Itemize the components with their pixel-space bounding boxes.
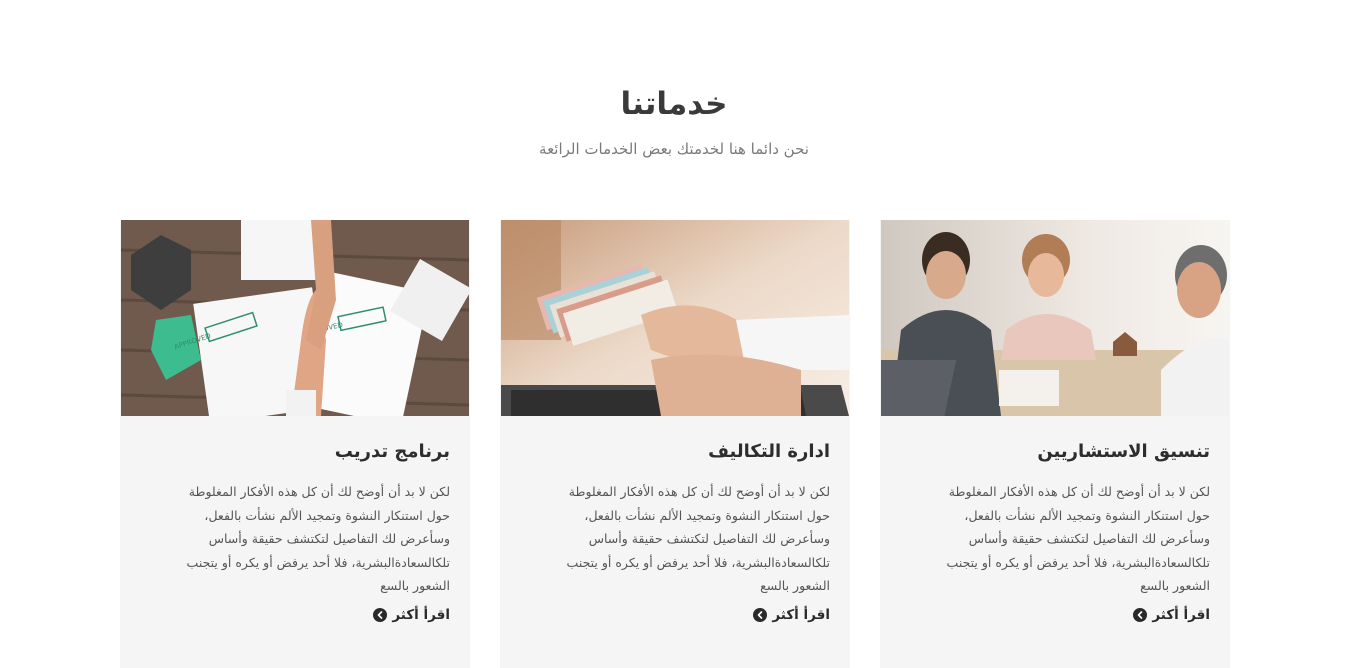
card-text-line: تلكالسعادةالبشرية، فلا أحد يرفض أو يكره … <box>186 554 450 570</box>
card-text-line: حول استنكار النشوة وتمجيد الألم نشأت بال… <box>964 507 1210 523</box>
card-text-line: تلكالسعادةالبشرية، فلا أحد يرفض أو يكره … <box>566 554 830 570</box>
services-cards: تنسيق الاستشاريين لكن لا بد أن أوضح لك أ… <box>120 220 1230 668</box>
read-more-label: اقرأ أكثر <box>1152 606 1210 623</box>
read-more-link[interactable]: اقرأ أكثر <box>1133 607 1210 623</box>
card-description: لكن لا بد أن أوضح لك أن كل هذه الأفكار ا… <box>140 480 450 598</box>
card-text-line: لكن لا بد أن أوضح لك أن كل هذه الأفكار ا… <box>188 484 450 499</box>
service-card-consultants: تنسيق الاستشاريين لكن لا بد أن أوضح لك أ… <box>880 220 1230 668</box>
card-text-line: حول استنكار النشوة وتمجيد الألم نشأت بال… <box>204 507 450 523</box>
money-laptop-image <box>501 220 849 416</box>
handshake-documents-image: APPROVED APPROVED <box>121 220 469 416</box>
card-text-line: تلكالسعادةالبشرية، فلا أحد يرفض أو يكره … <box>946 554 1210 570</box>
read-more-link[interactable]: اقرأ أكثر <box>753 607 830 623</box>
circle-arrow-left-icon <box>1133 607 1148 622</box>
card-description: لكن لا بد أن أوضح لك أن كل هذه الأفكار ا… <box>900 480 1210 598</box>
circle-arrow-left-icon <box>373 607 388 622</box>
consultants-meeting-image <box>881 220 1229 416</box>
circle-arrow-left-icon <box>753 607 768 622</box>
card-text-line: وسأعرض لك التفاصيل لتكتشف حقيقة وأساس <box>968 531 1210 546</box>
card-title: تنسيق الاستشاريين <box>1037 441 1210 462</box>
card-text-line: لكن لا بد أن أوضح لك أن كل هذه الأفكار ا… <box>568 484 830 499</box>
read-more-link[interactable]: اقرأ أكثر <box>373 607 450 623</box>
card-text-line: وسأعرض لك التفاصيل لتكتشف حقيقة وأساس <box>588 531 830 546</box>
section-header: خدماتنا نحن دائما هنا لخدمتك بعض الخدمات… <box>0 82 1348 160</box>
card-text-line: الشعور بالسع <box>760 578 830 593</box>
card-text-line: وسأعرض لك التفاصيل لتكتشف حقيقة وأساس <box>208 531 450 546</box>
card-text-line: الشعور بالسع <box>1140 578 1210 593</box>
card-title: برنامج تدريب <box>334 441 450 462</box>
section-title: خدماتنا <box>620 86 728 122</box>
service-card-training: APPROVED APPROVED برنامج تدريب لكن لا بد… <box>120 220 470 668</box>
card-title: ادارة التكاليف <box>708 441 830 462</box>
card-text-line: الشعور بالسع <box>380 578 450 593</box>
card-description: لكن لا بد أن أوضح لك أن كل هذه الأفكار ا… <box>520 480 830 598</box>
section-subtitle: نحن دائما هنا لخدمتك بعض الخدمات الرائعة <box>539 140 809 158</box>
service-card-cost-management: ادارة التكاليف لكن لا بد أن أوضح لك أن ك… <box>500 220 850 668</box>
services-section: خدماتنا نحن دائما هنا لخدمتك بعض الخدمات… <box>0 0 1348 668</box>
card-text-line: لكن لا بد أن أوضح لك أن كل هذه الأفكار ا… <box>948 484 1210 499</box>
read-more-label: اقرأ أكثر <box>772 606 830 623</box>
read-more-label: اقرأ أكثر <box>392 606 450 623</box>
card-text-line: حول استنكار النشوة وتمجيد الألم نشأت بال… <box>584 507 830 523</box>
